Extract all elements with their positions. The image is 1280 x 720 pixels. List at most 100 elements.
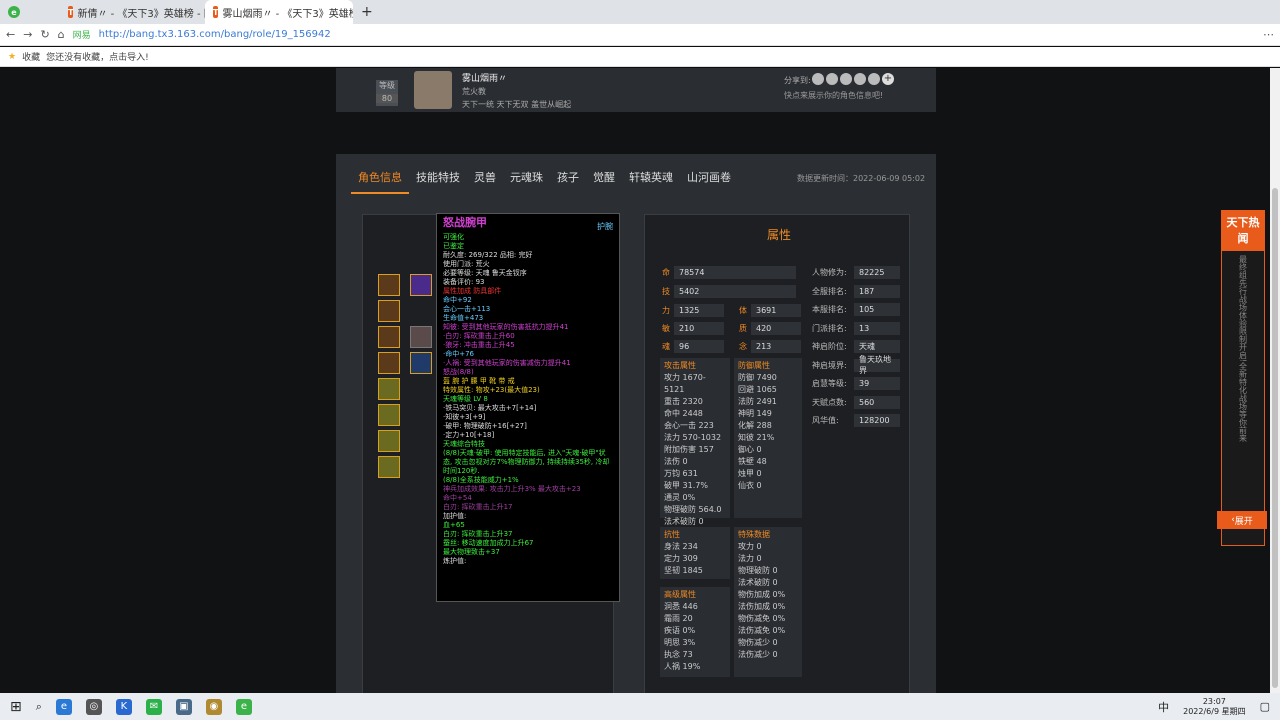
str-stat: 力 1325 xyxy=(662,304,724,317)
wechat-icon[interactable]: ✉ xyxy=(145,698,162,715)
item-attribute-line: 会心一击+113 xyxy=(443,305,491,313)
item-tooltip: 怒战腕甲 护腕 可强化 已鉴定 耐久度: 269/322 品相: 完好 使用门派: 荒… xyxy=(436,213,620,602)
menu-icon[interactable]: ⋯ xyxy=(1263,28,1274,41)
share-icon[interactable] xyxy=(826,73,838,85)
stat-row: 法伤加成 0% xyxy=(738,602,786,611)
bookmarks-hint[interactable]: 您还没有收藏，点击导入! xyxy=(46,50,149,63)
notification-icon[interactable]: ▢ xyxy=(1260,700,1270,713)
share-icon[interactable] xyxy=(840,73,852,85)
tab-pets[interactable]: 灵兽 xyxy=(474,169,496,185)
equip-slot[interactable] xyxy=(410,326,432,348)
stat-row: 防御 7490 xyxy=(738,373,777,382)
stat-row: 法伤减少 0 xyxy=(738,650,778,659)
browser-360-icon[interactable]: e xyxy=(235,698,252,715)
reload-icon[interactable]: ↻ xyxy=(40,28,49,41)
equip-slot[interactable] xyxy=(378,456,400,478)
special-box: 特殊数据 攻力 0 法力 0 物理破防 0 法术破防 0 物伤加成 0% 法伤加成 0% 物伤… xyxy=(734,527,802,677)
tab-skills[interactable]: 技能特技 xyxy=(416,169,460,185)
stat-row: 万钧 631 xyxy=(664,469,698,478)
equip-slot[interactable] xyxy=(378,300,400,322)
avatar xyxy=(414,71,452,109)
equip-slot[interactable] xyxy=(378,378,400,400)
new-tab-button[interactable]: + xyxy=(353,0,381,24)
news-sidebar[interactable]: 天下热闻 最终组先行战场体验限制开启!全新特化战场等你前来 xyxy=(1221,210,1265,546)
stat-value: 210 xyxy=(674,322,724,335)
stat-row: 会心一击 223 xyxy=(664,421,714,430)
equip-slot[interactable] xyxy=(378,430,400,452)
ranking-row: 神启阶位: 天魂 xyxy=(812,340,900,353)
item-attribute-line: 生命值+473 xyxy=(443,314,484,322)
search-icon[interactable]: ⌕ xyxy=(36,700,42,714)
ranking-label: 门派排名: xyxy=(812,323,847,333)
ime-indicator[interactable]: 中 xyxy=(1158,699,1169,715)
item-attribute-line: 白刃: 挥砍重击上升17 xyxy=(443,503,513,511)
clock[interactable]: 23:07 2022/6/9 星期四 xyxy=(1183,697,1245,717)
chrome-icon[interactable]: ◎ xyxy=(85,698,102,715)
item-attribute-line: 最大物理致击+37 xyxy=(443,548,500,556)
share-icons[interactable]: + xyxy=(812,73,894,85)
url-field[interactable]: http://bang.tx3.163.com/bang/role/19_156… xyxy=(99,29,331,40)
item-attribute-line: 盔 腕 护 腰 甲 靴 带 戒 xyxy=(443,377,515,385)
stat-row: 烛甲 0 xyxy=(738,469,762,478)
secure-badge: 网易 xyxy=(72,31,91,41)
equip-slot[interactable] xyxy=(410,274,432,296)
item-attribute-line: 怒战(8/8) xyxy=(443,368,474,376)
owl-icon[interactable]: ◉ xyxy=(205,698,222,715)
share-icon[interactable] xyxy=(854,73,866,85)
stat-label: 念 xyxy=(739,342,747,351)
con-stat: 体 3691 xyxy=(739,304,801,317)
tab-children[interactable]: 孩子 xyxy=(557,169,579,185)
scrollbar[interactable] xyxy=(1270,68,1280,693)
app-k-icon[interactable]: K xyxy=(115,698,132,715)
stat-row: 霜雨 20 xyxy=(664,614,693,623)
browser-tab-active[interactable]: T雾山烟雨〃 - 《天下3》英雄榜 - ...× xyxy=(205,0,353,24)
browser-tab[interactable]: e xyxy=(0,0,60,24)
bookmarks-label[interactable]: 收藏 xyxy=(22,50,40,63)
stat-label: 技 xyxy=(662,287,670,296)
equip-slot[interactable] xyxy=(410,352,432,374)
tab-scrolls[interactable]: 山河画卷 xyxy=(687,169,731,185)
stat-row: 物伤减少 0 xyxy=(738,638,778,647)
forward-icon[interactable]: → xyxy=(23,28,32,41)
equip-slot[interactable] xyxy=(378,274,400,296)
browser-tab-bar: e T新倩〃 - 《天下3》英雄榜 - 网易...× T雾山烟雨〃 - 《天下3… xyxy=(0,0,1280,24)
tab-role-info[interactable]: 角色信息 xyxy=(358,169,402,185)
browser-tab[interactable]: T新倩〃 - 《天下3》英雄榜 - 网易...× xyxy=(60,0,205,24)
clock-date: 2022/6/9 星期四 xyxy=(1183,706,1246,716)
stat-row: 疾语 0% xyxy=(664,626,696,635)
box-title: 特殊数据 xyxy=(738,530,770,539)
box-title: 攻击属性 xyxy=(664,361,696,370)
tab-awaken[interactable]: 觉醒 xyxy=(593,169,615,185)
equip-slot[interactable] xyxy=(378,404,400,426)
game-icon[interactable]: ▣ xyxy=(175,698,192,715)
plus-icon[interactable]: + xyxy=(882,73,894,85)
stat-row: 明思 3% xyxy=(664,638,696,647)
expand-button[interactable]: ‹ 展开 xyxy=(1217,511,1267,529)
ranking-row: 启慧等级: 39 xyxy=(812,377,900,390)
tab-label: 新倩〃 - 《天下3》英雄榜 - 网易... xyxy=(77,8,205,20)
ranking-value: 187 xyxy=(854,284,900,298)
stat-row: 法力 570-1032 xyxy=(664,433,722,442)
share-icon[interactable] xyxy=(868,73,880,85)
address-bar: ← → ↻ ⌂ 网易 http://bang.tx3.163.com/bang/… xyxy=(0,24,1280,46)
stat-row: 定力 309 xyxy=(664,554,698,563)
equip-slot[interactable] xyxy=(378,352,400,374)
back-icon[interactable]: ← xyxy=(6,28,15,41)
item-attribute-line: (8/8)天魂·破甲: 使用特定技能后, 进入"天魂·破甲"状态, 攻击忽视对方… xyxy=(443,449,610,475)
home-icon[interactable]: ⌂ xyxy=(58,28,65,41)
tab-heroes[interactable]: 轩辕英魂 xyxy=(629,169,673,185)
equip-slot[interactable] xyxy=(378,326,400,348)
stat-value: 420 xyxy=(751,322,801,335)
ranking-value: 82225 xyxy=(854,266,900,279)
windows-start-icon[interactable]: ⊞ xyxy=(10,699,22,715)
share-icon[interactable] xyxy=(812,73,824,85)
site-favicon-icon: T xyxy=(213,6,219,18)
attack-box: 攻击属性 攻力 1670-5121 重击 2320 命中 2448 会心一击 223 法力… xyxy=(660,358,730,526)
tab-soul-beads[interactable]: 元魂珠 xyxy=(510,169,543,185)
stat-value: 78574 xyxy=(674,266,796,279)
ranking-label: 全服排名: xyxy=(812,286,847,296)
ranking-label: 风华值: xyxy=(812,416,839,425)
stat-label: 命 xyxy=(662,268,670,277)
scrollbar-thumb[interactable] xyxy=(1272,188,1278,688)
ie-icon[interactable]: e xyxy=(55,698,72,715)
